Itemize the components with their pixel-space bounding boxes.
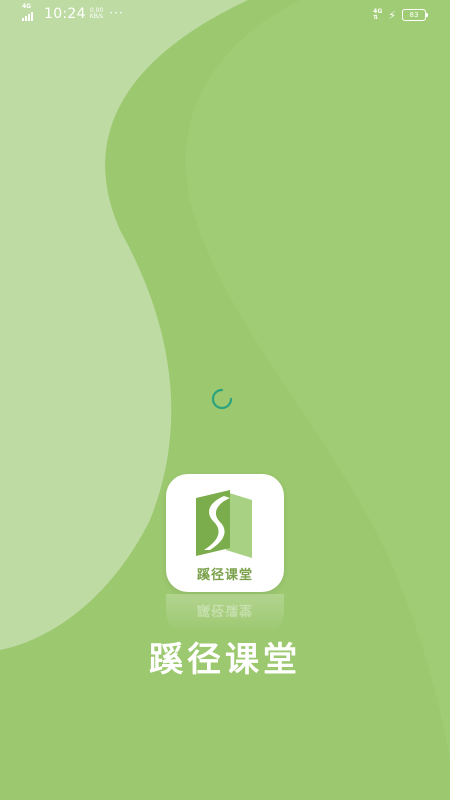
splash-screen: 4G 10:24 0.00 KB/s ··· 4G ⇅ ⚡ 83 蹊径课堂 蹊径…: [0, 0, 450, 800]
status-bar: 4G 10:24 0.00 KB/s ··· 4G ⇅ ⚡ 83: [0, 0, 450, 32]
logo-text: 蹊径课堂: [196, 568, 253, 583]
clock: 10:24: [44, 6, 86, 22]
signal-type-label: 4G: [22, 3, 32, 10]
app-logo: 蹊径课堂: [166, 474, 284, 592]
battery-indicator: 83: [402, 9, 428, 21]
path-book-logo-icon: [196, 490, 252, 558]
bolt-icon: ⚡: [388, 8, 396, 22]
more-notifications-icon: ···: [109, 5, 124, 20]
loading-spinner-icon: [211, 388, 233, 410]
cellular-signal-icon: 4G: [22, 3, 38, 21]
network-speed: 0.00 KB/s: [90, 8, 103, 20]
mobile-data-icon: 4G ⇅: [373, 8, 383, 21]
app-name-title: 蹊径课堂: [149, 640, 301, 680]
network-speed-unit: KB/s: [89, 13, 104, 20]
logo-reflection: 蹊径课堂: [166, 594, 284, 634]
logo-reflection-text: 蹊径课堂: [196, 602, 253, 617]
